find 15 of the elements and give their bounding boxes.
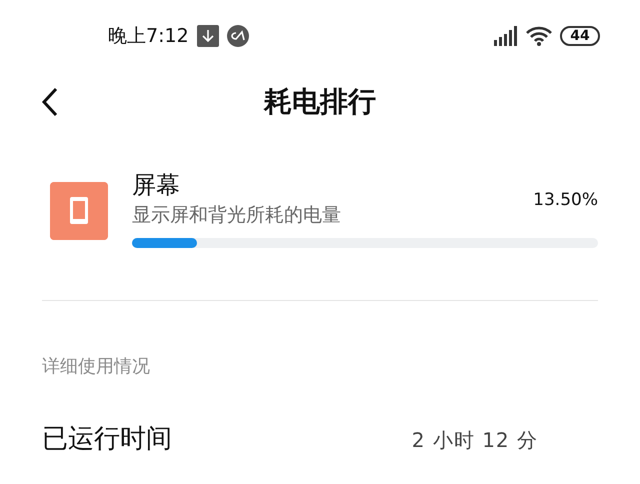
back-icon[interactable] — [40, 86, 60, 118]
detail-label: 已运行时间 — [42, 423, 173, 456]
wifi-icon — [526, 26, 552, 46]
signal-icon — [492, 26, 518, 46]
page-title: 耗电排行 — [264, 84, 376, 120]
screen-icon — [50, 182, 108, 240]
app-notification-icon — [226, 25, 249, 47]
status-time: 晚上7:12 — [108, 24, 189, 49]
section-title: 详细使用情况 — [41, 355, 151, 379]
item-name: 屏幕 — [132, 170, 181, 200]
detail-value: 2 小时 12 分 — [412, 426, 539, 454]
item-description: 显示屏和背光所耗的电量 — [132, 203, 342, 228]
battery-indicator: 44 — [560, 26, 600, 46]
download-icon — [196, 25, 219, 47]
usage-percent: 13.50% — [533, 189, 598, 212]
